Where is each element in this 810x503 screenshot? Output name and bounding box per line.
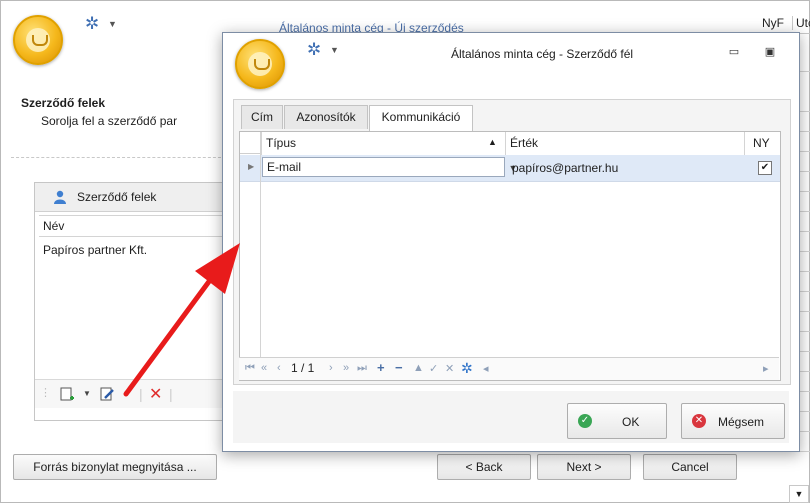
annotation-arrow bbox=[123, 243, 240, 397]
